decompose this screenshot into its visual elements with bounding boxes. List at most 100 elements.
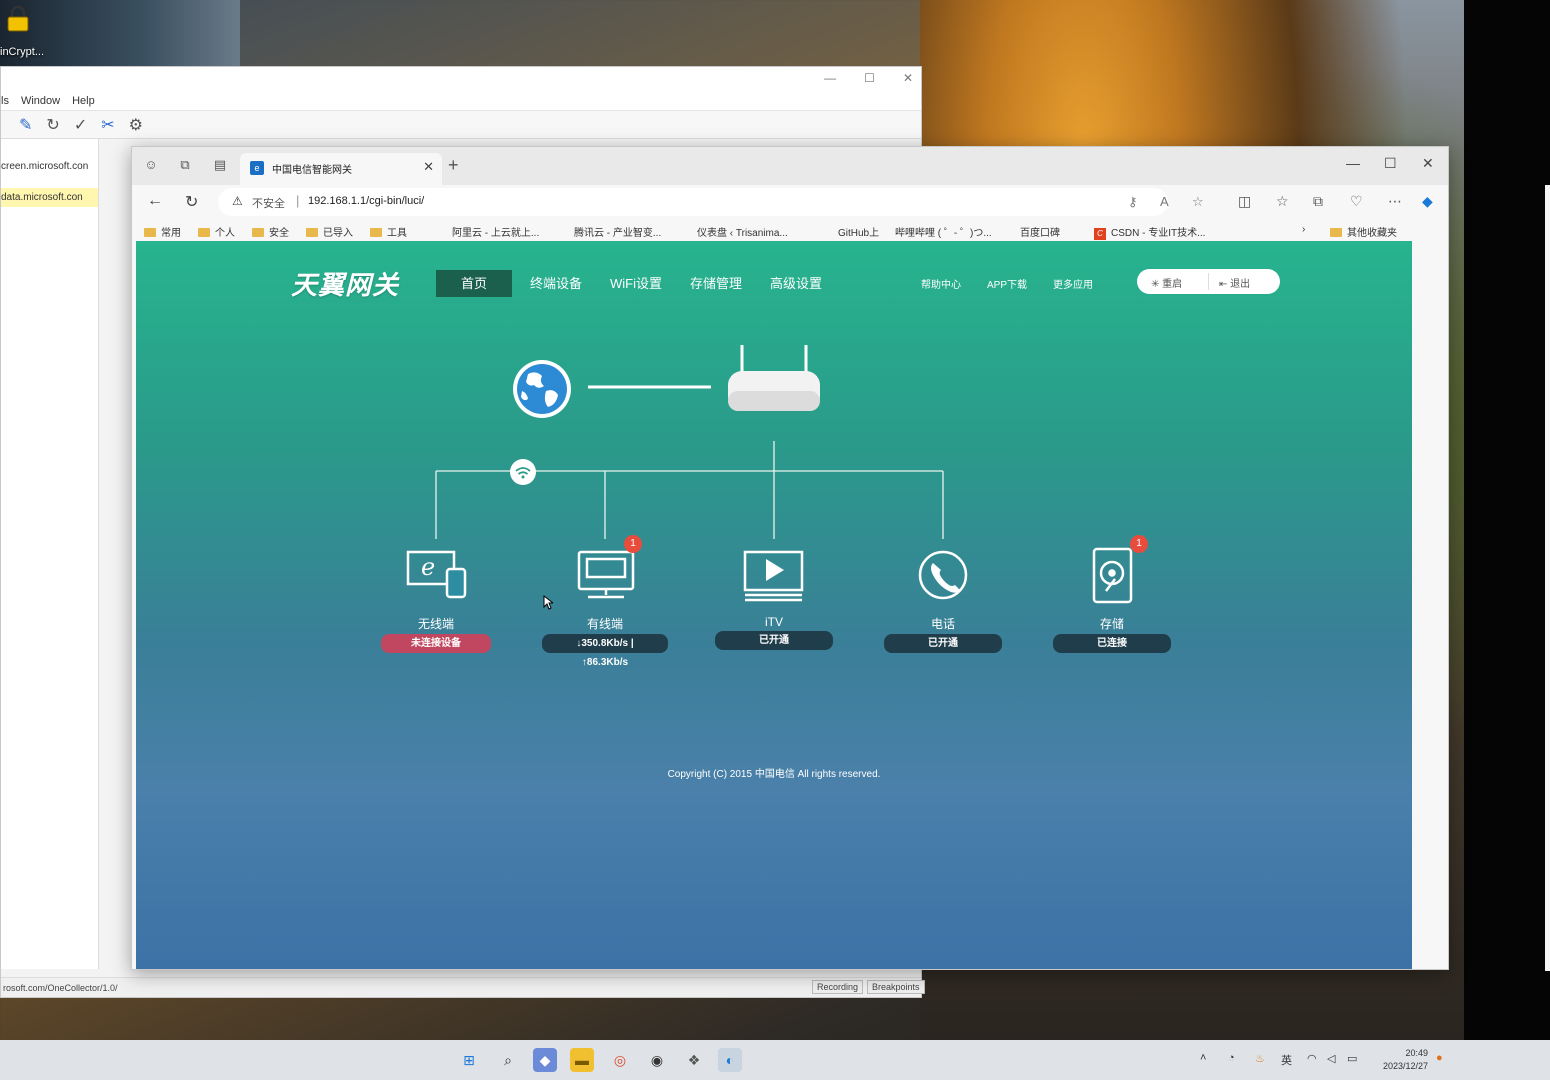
tab-strip: ☺ ⧉ ▤ e 中国电信智能网关 ✕ + — ☐ ✕ xyxy=(132,147,1448,185)
more-menu-icon[interactable]: ⋯ xyxy=(1388,193,1402,210)
device-phone[interactable]: 电话 已开通 xyxy=(873,613,1013,653)
password-key-icon[interactable]: ⚷ xyxy=(1128,194,1138,210)
bookmarks-overflow-icon[interactable]: › xyxy=(1302,224,1305,235)
performance-icon[interactable]: ♡ xyxy=(1350,193,1363,210)
pen-icon[interactable]: ✎ xyxy=(19,115,32,135)
menu-tools[interactable]: ls xyxy=(1,95,9,107)
refresh-icon[interactable]: ↻ xyxy=(46,115,59,135)
bg-toolbar: ✎ ↻ ✓ ✂ ⚙ xyxy=(1,111,921,139)
router-device-icon[interactable] xyxy=(728,345,820,411)
device-name: iTV xyxy=(765,615,783,629)
device-wired[interactable]: 有线端 ↓350.8Kb/s | ↑86.3Kb/s xyxy=(535,613,675,670)
side-row-highlighted[interactable]: data.microsoft.con xyxy=(1,188,98,207)
copilot-icon[interactable]: ◆ xyxy=(1422,193,1433,210)
close-window-icon[interactable]: ✕ xyxy=(1422,155,1434,172)
tray-overflow-icon[interactable]: ˄ xyxy=(1200,1052,1206,1064)
split-screen-icon[interactable]: ◫ xyxy=(1238,193,1251,210)
bookmark-folder[interactable]: 常用 xyxy=(144,224,181,239)
device-wireless[interactable]: 无线端 未连接设备 xyxy=(366,613,506,653)
bookmark-page[interactable]: 哔哩哔哩 ( ゜- ゜)つ... xyxy=(895,224,992,329)
menu-help[interactable]: Help xyxy=(72,95,95,107)
clock-date: 2023/12/27 xyxy=(1382,1061,1428,1071)
start-windows-icon[interactable]: ⊞ xyxy=(457,1048,481,1072)
edge-taskbar-icon[interactable]: ◐ xyxy=(718,1048,742,1072)
favorite-star-icon[interactable]: ☆ xyxy=(1192,194,1204,210)
storage-disk-icon[interactable] xyxy=(1092,547,1133,604)
clock[interactable]: 20:49 2023/12/27 xyxy=(1372,1047,1428,1073)
status-badge: 已开通 xyxy=(715,631,833,650)
qq-icon[interactable]: ◔ xyxy=(1228,1052,1235,1064)
wired-monitor-icon[interactable] xyxy=(577,550,635,599)
breakpoints-button[interactable]: Breakpoints xyxy=(867,980,925,994)
warning-icon[interactable]: ⚠ xyxy=(232,194,243,208)
address-bar[interactable]: ⚠ 不安全 | 192.168.1.1/cgi-bin/luci/ ⚷ A ☆ xyxy=(218,188,1204,216)
wired-notification-badge[interactable]: 1 xyxy=(624,535,642,553)
bookmark-page[interactable]: 百度口碑 xyxy=(1020,224,1060,329)
storage-notification-badge[interactable]: 1 xyxy=(1130,535,1148,553)
device-name: 无线端 xyxy=(417,617,454,631)
bookmark-page[interactable]: 阿里云 - 上云就上... xyxy=(452,224,539,329)
close-icon[interactable]: ✕ xyxy=(903,71,913,85)
favorites-icon[interactable]: ☆ xyxy=(1276,193,1289,210)
chrome-icon[interactable]: ◎ xyxy=(608,1048,632,1072)
battery-icon[interactable]: ▭ xyxy=(1347,1052,1357,1065)
reload-icon[interactable]: ↻ xyxy=(185,192,198,212)
svg-text:e: e xyxy=(421,553,435,581)
side-row[interactable]: creen.microsoft.con xyxy=(1,157,98,176)
device-storage[interactable]: 存储 已连接 xyxy=(1042,613,1182,653)
back-icon[interactable]: ← xyxy=(147,192,163,210)
workspaces-icon[interactable]: ⧉ xyxy=(176,157,194,175)
bookmark-folder[interactable]: 个人 xyxy=(198,224,235,239)
wifi-icon[interactable]: ◠ xyxy=(1307,1052,1317,1065)
folder-icon xyxy=(252,228,264,237)
address-separator: | xyxy=(296,193,300,208)
other-bookmarks[interactable]: 其他收藏夹 xyxy=(1330,224,1397,239)
device-itv[interactable]: iTV 已开通 xyxy=(704,613,844,650)
input-language[interactable]: 英 xyxy=(1281,1052,1292,1068)
desktop-shortcut[interactable]: inCrypt... xyxy=(0,0,60,64)
bookmark-folder[interactable]: 工具 xyxy=(370,224,407,239)
address-url[interactable]: 192.168.1.1/cgi-bin/luci/ xyxy=(308,195,424,207)
notification-icon[interactable]: ● xyxy=(1436,1052,1443,1064)
menu-window[interactable]: Window xyxy=(21,95,60,107)
itv-icon[interactable] xyxy=(743,550,804,602)
recording-button[interactable]: Recording xyxy=(812,980,864,994)
phone-icon[interactable] xyxy=(918,550,968,600)
app-icon[interactable]: ❖ xyxy=(682,1048,706,1072)
file-explorer-icon[interactable]: ▬ xyxy=(570,1048,594,1072)
folder-icon xyxy=(144,228,156,237)
folder-icon xyxy=(1330,228,1342,237)
widgets-icon[interactable]: ◆ xyxy=(533,1048,557,1072)
read-aloud-icon[interactable]: A xyxy=(1160,194,1169,209)
maximize-icon[interactable]: ☐ xyxy=(864,71,875,85)
bookmark-link[interactable]: GitHub上 xyxy=(838,224,879,239)
volume-icon[interactable]: ◁ xyxy=(1327,1052,1335,1065)
flame-icon[interactable]: ♨ xyxy=(1255,1052,1265,1065)
bg-side-pane: creen.microsoft.con data.microsoft.con xyxy=(1,139,99,969)
settings-gear-icon[interactable]: ⚙ xyxy=(129,115,143,135)
mouse-cursor-icon xyxy=(543,595,553,610)
profile-icon[interactable]: ☺ xyxy=(142,157,160,175)
search-icon[interactable]: ⌕ xyxy=(496,1048,520,1072)
bookmark-csdn[interactable]: C CSDN - 专业IT技术... xyxy=(1094,224,1205,240)
minimize-icon[interactable]: — xyxy=(824,71,836,85)
maximize-icon[interactable]: ☐ xyxy=(1384,155,1397,172)
tools-icon[interactable]: ✂ xyxy=(101,115,114,135)
new-tab-icon[interactable]: + xyxy=(448,155,459,176)
bg-titlebar: — ☐ ✕ xyxy=(1,67,921,91)
tab-router[interactable]: e 中国电信智能网关 ✕ xyxy=(240,153,442,185)
check-icon[interactable]: ✓ xyxy=(74,115,87,135)
internet-globe-icon[interactable] xyxy=(513,360,571,418)
bookmark-page[interactable]: 腾讯云 - 产业智变... xyxy=(574,224,661,329)
edge-browser-window: ☺ ⧉ ▤ e 中国电信智能网关 ✕ + — ☐ ✕ ← ↻ ⚠ 不安全 | 1… xyxy=(131,146,1550,971)
desktop-shortcut-label: inCrypt... xyxy=(0,46,45,58)
bookmark-folder[interactable]: 已导入 xyxy=(306,224,353,239)
collections-icon[interactable]: ⧉ xyxy=(1313,193,1323,210)
tab-actions-icon[interactable]: ▤ xyxy=(211,157,229,175)
bookmark-folder[interactable]: 安全 xyxy=(252,224,289,239)
obs-icon[interactable]: ◉ xyxy=(645,1048,669,1072)
wireless-device-icon[interactable]: e xyxy=(406,550,467,599)
close-tab-icon[interactable]: ✕ xyxy=(423,159,434,175)
minimize-icon[interactable]: — xyxy=(1346,155,1360,171)
bookmark-page[interactable]: 仪表盘 ‹ Trisanima... xyxy=(697,224,788,329)
